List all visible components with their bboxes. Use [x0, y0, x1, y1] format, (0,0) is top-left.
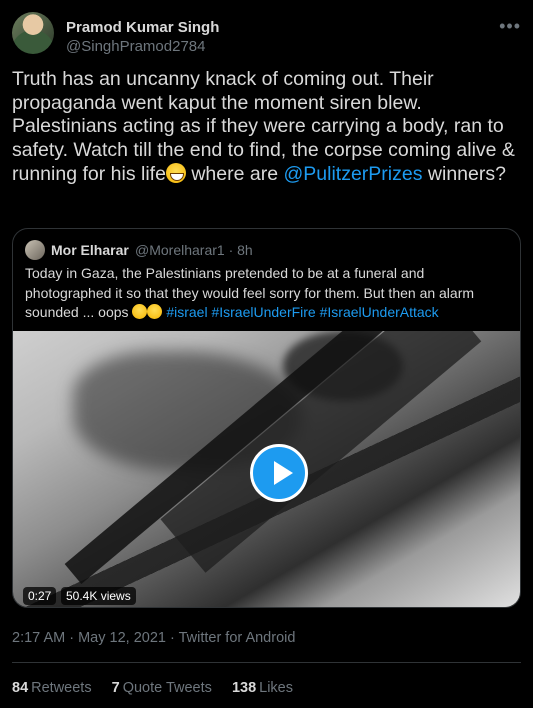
likes-count: 138: [231, 680, 257, 696]
quoted-author-avatar: [25, 240, 45, 260]
quoted-time: 8h: [237, 242, 253, 258]
thinking-face-emoji: [147, 304, 163, 319]
shushing-face-emoji: [132, 304, 148, 319]
quote-tweets-count: 7: [111, 680, 120, 696]
likes-label: Likes: [259, 680, 293, 696]
tweet-header: Pramod Kumar Singh @SinghPramod2784 •••: [12, 8, 521, 56]
quote-tweets-stat[interactable]: 7 Quote Tweets: [112, 680, 212, 696]
play-icon: [274, 461, 293, 485]
hashtag-israel-under-fire[interactable]: #IsraelUnderFire: [211, 304, 315, 320]
quoted-tweet-text: Today in Gaza, the Palestinians pretende…: [25, 264, 511, 323]
tweet-text: Truth has an uncanny knack of coming out…: [12, 68, 521, 187]
retweets-count: 84: [12, 680, 29, 696]
tweet-timestamp[interactable]: 2:17 AM · May 12, 2021 · Twitter for And…: [12, 630, 295, 646]
play-button[interactable]: [250, 444, 308, 502]
divider: [12, 662, 521, 663]
quoted-author-name: Mor Elharar: [51, 242, 129, 258]
tweet-text-middle: where are: [185, 162, 284, 185]
more-horizontal-icon[interactable]: •••: [499, 16, 521, 37]
quoted-separator: ·: [224, 242, 238, 258]
retweets-label: Retweets: [31, 680, 92, 696]
author-handle[interactable]: @SinghPramod2784: [66, 38, 205, 55]
author-name[interactable]: Pramod Kumar Singh: [66, 19, 219, 36]
quoted-author-handle: @Morelharar1: [135, 242, 225, 258]
video-duration-badge: 0:27: [23, 587, 57, 605]
grinning-face-emoji: [165, 162, 186, 183]
quoted-author-meta: @Morelharar1 · 8h: [135, 242, 253, 258]
tweet-stats: 84 Retweets 7 Quote Tweets 138 Likes: [12, 680, 309, 696]
retweets-stat[interactable]: 84 Retweets: [12, 680, 92, 696]
likes-stat[interactable]: 138 Likes: [232, 680, 293, 696]
video-views-badge: 50.4K views: [61, 587, 136, 605]
hashtag-israel[interactable]: #israel: [166, 304, 207, 320]
author-avatar[interactable]: [12, 12, 54, 54]
quoted-tweet[interactable]: Mor Elharar @Morelharar1 · 8h Today in G…: [12, 228, 521, 608]
pulitzer-mention-link[interactable]: @PulitzerPrizes: [283, 163, 422, 185]
tweet-text-end: winners?: [422, 162, 506, 185]
quote-tweets-label: Quote Tweets: [122, 680, 212, 696]
hashtag-israel-under-attack[interactable]: #IsraelUnderAttack: [320, 304, 439, 320]
video-player[interactable]: 0:27 50.4K views: [13, 331, 520, 607]
